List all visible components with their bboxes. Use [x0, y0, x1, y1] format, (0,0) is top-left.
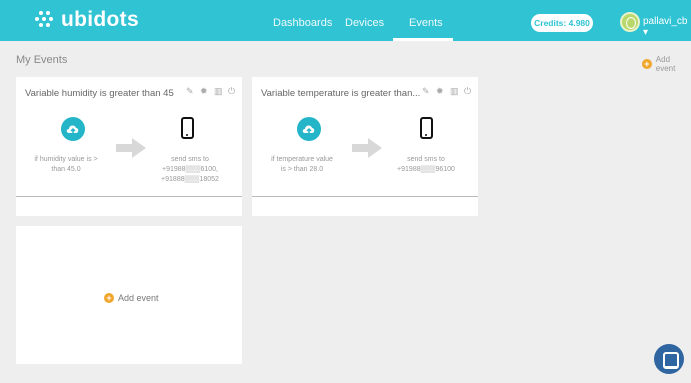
chat-icon[interactable]: [654, 344, 684, 374]
phone-icon: [181, 117, 194, 139]
action-description: send sms to +91988▒▒▒96100: [386, 155, 466, 175]
nav-dashboards[interactable]: Dashboards: [273, 17, 332, 29]
top-navbar: ubidots Dashboards Devices Events Credit…: [0, 0, 691, 41]
event-title: Variable humidity is greater than 45: [25, 88, 174, 99]
add-event-button[interactable]: + Add event: [642, 55, 691, 73]
event-actions: ✎ ✹ ▥ ⏻: [186, 87, 236, 96]
edit-icon[interactable]: ✎: [186, 87, 194, 96]
avatar[interactable]: [620, 12, 640, 32]
arrow-right-icon: [352, 138, 382, 158]
plus-icon: +: [104, 293, 114, 303]
event-card[interactable]: Variable humidity is greater than 45 ✎ ✹…: [16, 77, 242, 216]
trigger-description: if temperature value is > than 28.0: [271, 156, 333, 173]
username: pallavi_cb: [643, 16, 688, 27]
page-title: My Events: [16, 54, 68, 66]
action-line: send sms to: [407, 156, 445, 163]
upload-cloud-icon: [61, 117, 85, 141]
action-line: +91988▒▒▒6100,: [162, 166, 218, 173]
delete-icon[interactable]: ▥: [214, 87, 223, 96]
add-event-card-button[interactable]: + Add event: [104, 293, 159, 303]
plus-icon: +: [642, 59, 652, 69]
card-footer: [252, 196, 478, 216]
user-menu[interactable]: pallavi_cb ▾: [643, 16, 691, 38]
settings-icon[interactable]: ✹: [436, 87, 444, 96]
add-event-card-label: Add event: [118, 293, 159, 303]
event-title: Variable temperature is greater than...: [261, 88, 421, 99]
action-description: send sms to +91988▒▒▒6100, +91888▒▒▒1805…: [150, 155, 230, 185]
add-event-label: Add event: [655, 55, 676, 73]
trigger-description: if humidity value is > than 45.0: [34, 156, 98, 173]
action-line: +91888▒▒▒18052: [161, 176, 219, 183]
power-icon[interactable]: ⏻: [228, 87, 236, 96]
active-tab-indicator: [393, 38, 453, 41]
action-line: +91988▒▒▒96100: [397, 166, 455, 173]
credits-badge[interactable]: Credits: 4.980: [531, 14, 593, 32]
logo-text: ubidots: [61, 8, 139, 31]
card-footer: [16, 196, 242, 216]
upload-cloud-icon: [297, 117, 321, 141]
power-icon[interactable]: ⏻: [464, 87, 472, 96]
settings-icon[interactable]: ✹: [200, 87, 208, 96]
event-card[interactable]: Variable temperature is greater than... …: [252, 77, 478, 216]
logo[interactable]: ubidots: [33, 8, 139, 32]
nav-events[interactable]: Events: [409, 17, 443, 29]
nav-devices[interactable]: Devices: [345, 17, 384, 29]
action-line: send sms to: [171, 156, 209, 163]
delete-icon[interactable]: ▥: [450, 87, 459, 96]
phone-icon: [420, 117, 433, 139]
edit-icon[interactable]: ✎: [422, 87, 430, 96]
event-actions: ✎ ✹ ▥ ⏻: [422, 87, 472, 96]
logo-dots-icon: [33, 9, 57, 31]
arrow-right-icon: [116, 138, 146, 158]
